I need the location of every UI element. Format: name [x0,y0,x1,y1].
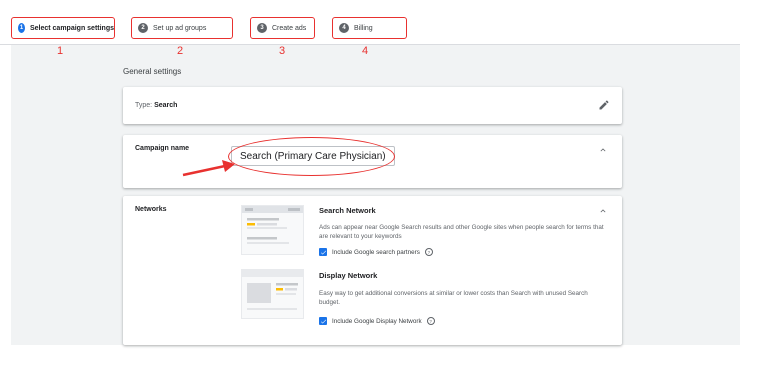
pencil-icon[interactable] [598,99,610,111]
annotation-number-3: 3 [279,45,286,57]
display-network-illustration [241,269,304,319]
type-value: Search [154,102,178,109]
campaign-type-card[interactable]: Type: Search [123,87,622,124]
annotation-number-1: 1 [57,45,64,57]
step-create-ads[interactable]: 3 Create ads [250,17,315,39]
campaign-name-input[interactable]: Search (Primary Care Physician) [231,146,395,166]
step-number-1: 1 [18,23,25,33]
search-partners-label: Include Google search partners [332,248,420,256]
step-number-3: 3 [257,23,267,33]
display-network-description: Easy way to get additional conversions a… [319,290,588,306]
step-set-up-ad-groups[interactable]: 2 Set up ad groups [131,17,233,39]
type-label: Type: [135,102,153,109]
step-billing[interactable]: 4 Billing [332,17,407,39]
step-label: Create ads [272,24,307,32]
chevron-up-icon[interactable] [598,206,608,216]
step-label: Set up ad groups [153,24,207,32]
checkmark-icon [320,319,326,324]
campaign-name-value: Search (Primary Care Physician) [240,150,386,162]
checkmark-icon [320,250,326,255]
campaign-name-label: Campaign name [135,145,190,152]
step-label: Select campaign settings [29,24,114,32]
display-network-title: Display Network [319,271,378,280]
help-icon[interactable]: ? [426,317,435,325]
annotation-number-4: 4 [362,45,369,57]
step-label: Billing [354,24,373,32]
step-number-2: 2 [138,23,148,33]
search-partners-checkbox[interactable] [319,248,327,256]
networks-label: Networks [135,206,167,213]
step-select-campaign-settings[interactable]: 1 Select campaign settings [11,17,115,39]
search-network-title: Search Network [319,206,376,215]
display-network-option[interactable]: Include Google Display Network ? [319,317,435,325]
search-partners-option[interactable]: Include Google search partners ? [319,248,433,256]
chevron-up-icon[interactable] [598,145,608,155]
annotation-arrow-icon [182,160,235,177]
networks-card: Networks Search Network Ads can appear n… [123,196,622,345]
step-number-4: 4 [339,23,349,33]
display-network-checkbox[interactable] [319,317,327,325]
display-network-label: Include Google Display Network [332,317,422,325]
search-network-description: Ads can appear near Google Search result… [319,224,604,240]
search-network-illustration [241,205,304,255]
help-icon[interactable]: ? [424,248,433,256]
section-title-general-settings: General settings [123,67,182,76]
annotation-number-2: 2 [177,45,184,57]
